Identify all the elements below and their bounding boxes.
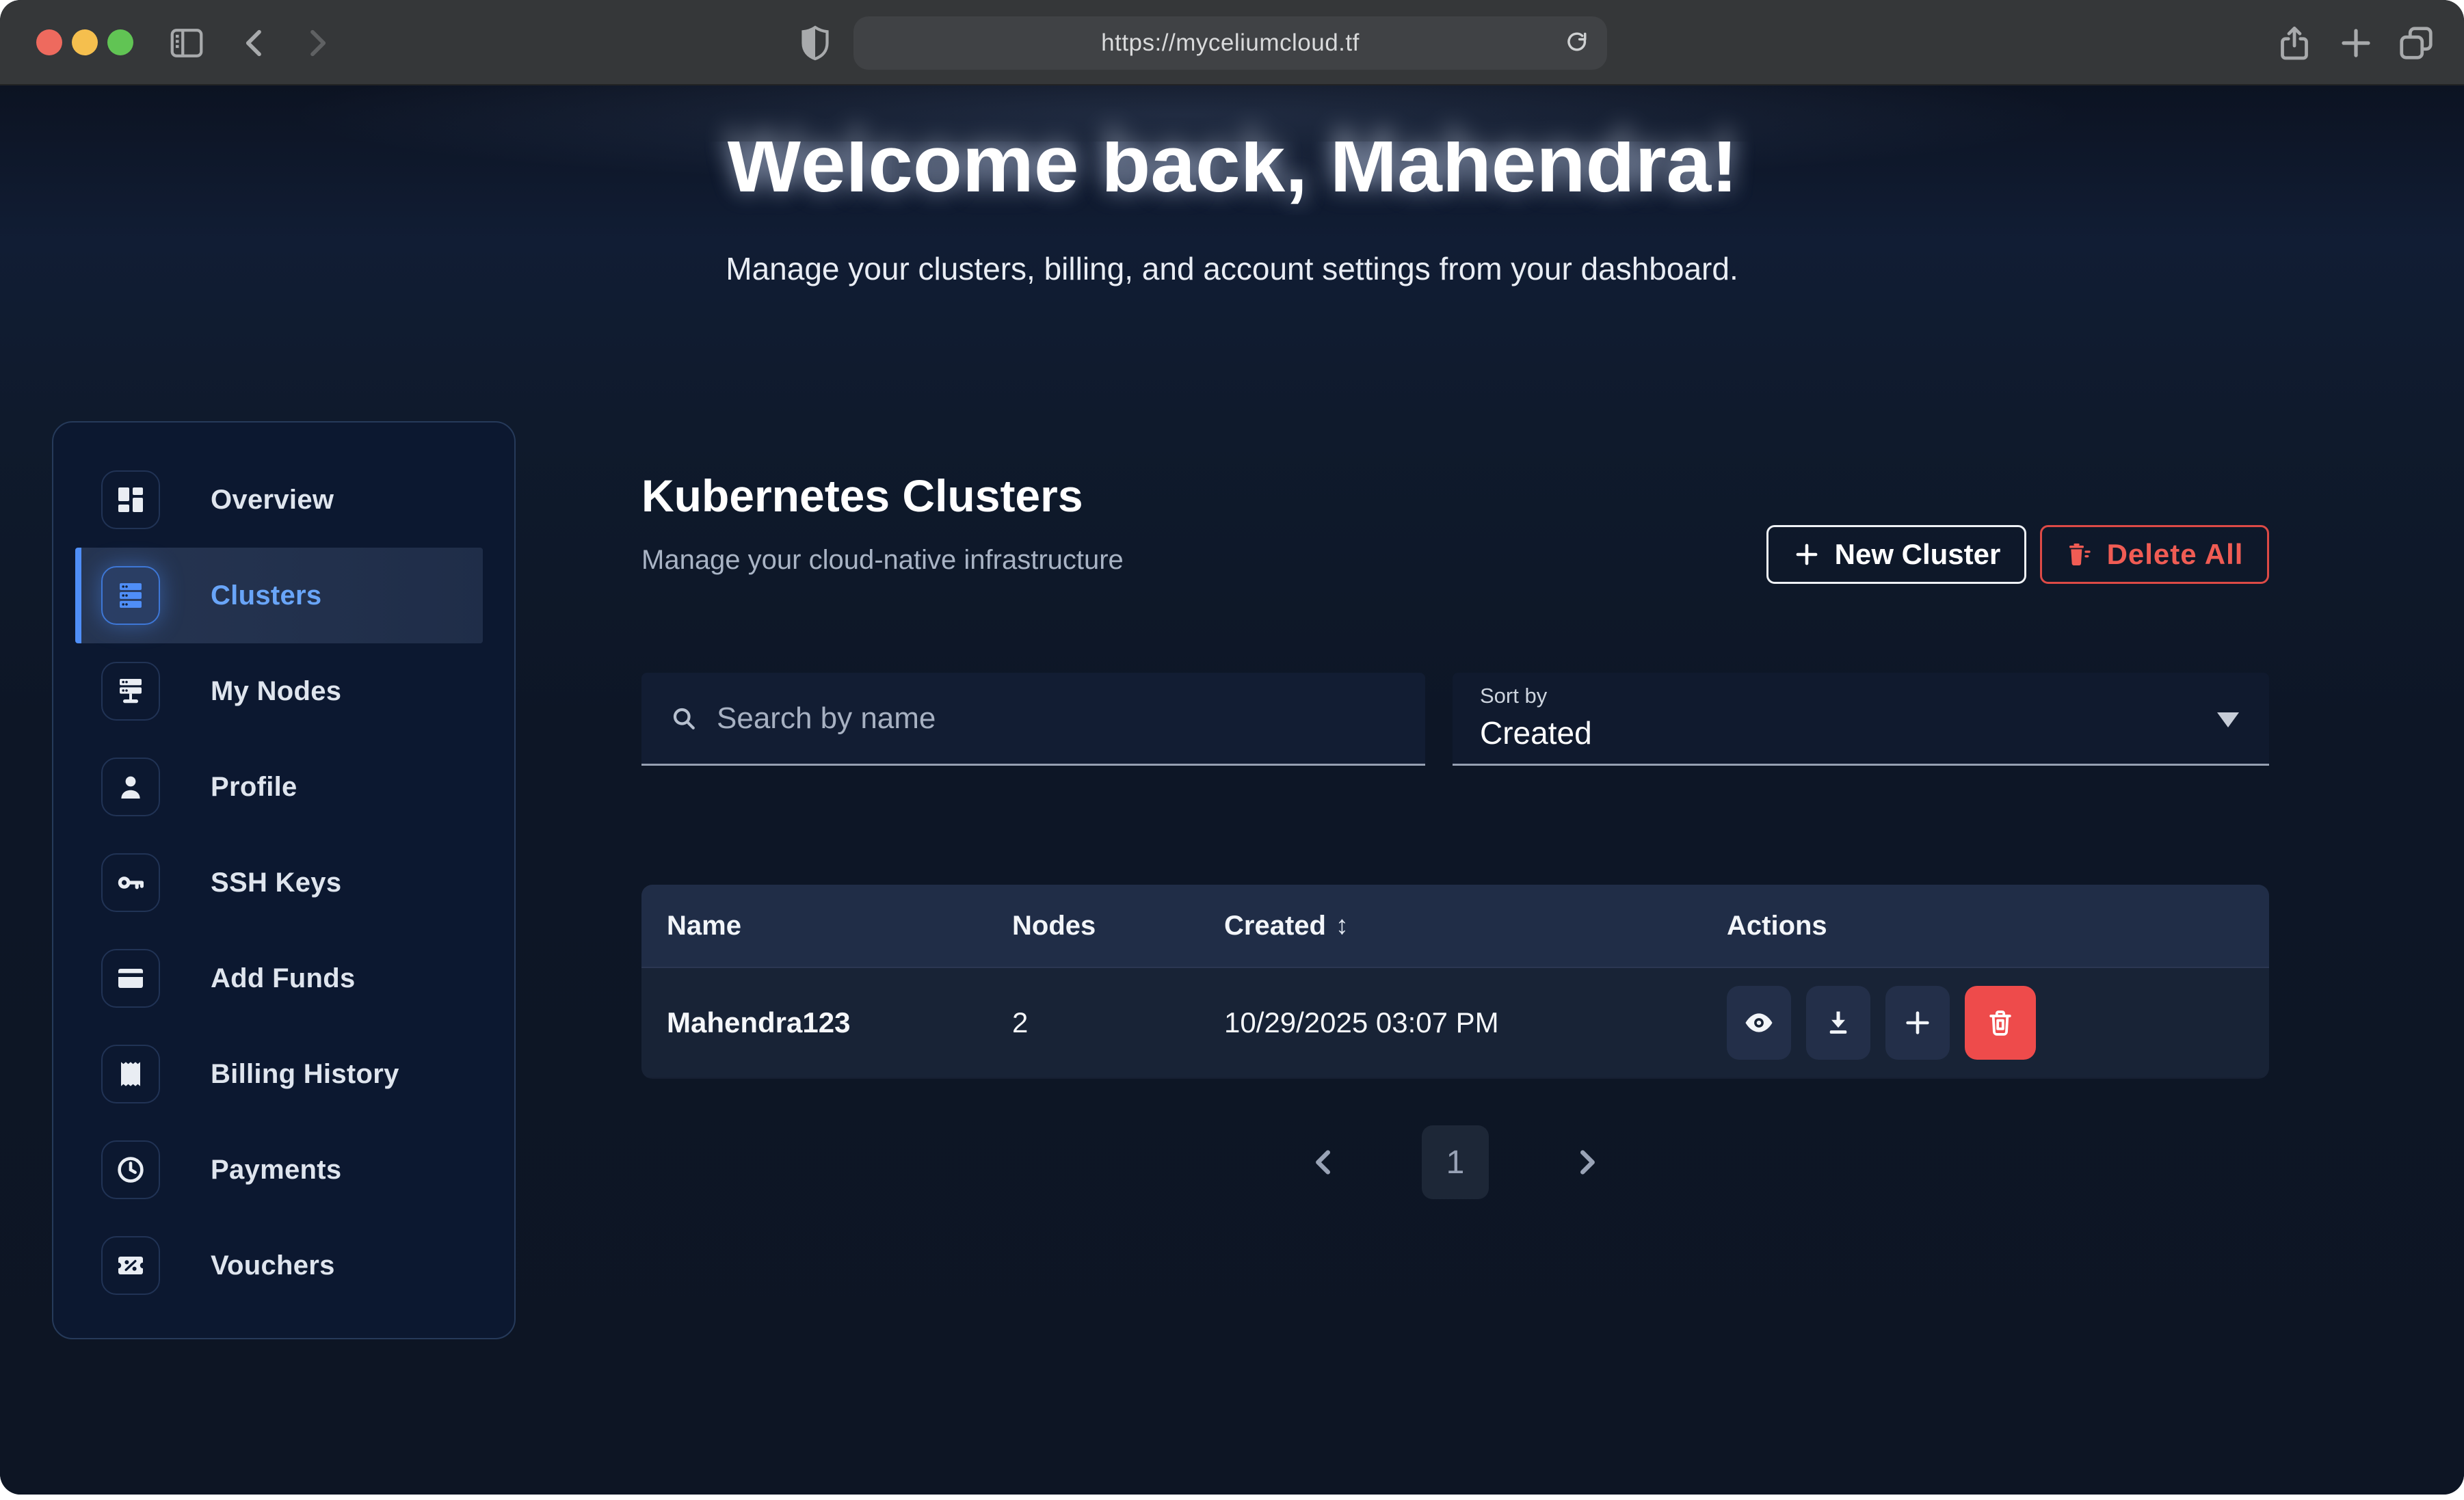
receipt-icon bbox=[101, 1045, 160, 1103]
clock-icon bbox=[101, 1140, 160, 1199]
share-icon[interactable] bbox=[2274, 23, 2315, 64]
page-content: Welcome back, Mahendra! Welcome back, Ma… bbox=[0, 85, 2464, 1495]
sidebar-item-label: My Nodes bbox=[211, 676, 341, 707]
trash-lines-icon bbox=[2066, 541, 2093, 568]
delete-all-label: Delete All bbox=[2107, 538, 2244, 571]
sidebar-item-add-funds[interactable]: Add Funds bbox=[75, 930, 483, 1026]
sidebar-nav: Overview Clusters bbox=[52, 421, 516, 1339]
new-cluster-button[interactable]: New Cluster bbox=[1766, 525, 2026, 584]
sort-updown-icon[interactable]: ↕ bbox=[1336, 911, 1349, 941]
url-text: https://myceliumcloud.tf bbox=[1101, 29, 1360, 57]
reload-icon[interactable] bbox=[1562, 28, 1592, 58]
column-header-created[interactable]: Created ↕ bbox=[1224, 911, 1727, 941]
row-actions bbox=[1727, 986, 2269, 1060]
download-icon bbox=[1823, 1007, 1854, 1039]
pagination: 1 bbox=[641, 1125, 2269, 1199]
chevron-left-icon bbox=[1308, 1147, 1340, 1178]
chevron-right-icon bbox=[1571, 1147, 1602, 1178]
column-header-actions: Actions bbox=[1727, 911, 2269, 941]
forward-icon[interactable] bbox=[295, 23, 336, 64]
minimize-window-button[interactable] bbox=[72, 29, 98, 55]
view-cluster-button[interactable] bbox=[1727, 986, 1791, 1060]
table-header-row: Name Nodes Created ↕ Actions bbox=[641, 885, 2269, 968]
sidebar-item-my-nodes[interactable]: My Nodes bbox=[75, 643, 483, 739]
sidebar-item-overview[interactable]: Overview bbox=[75, 452, 483, 548]
key-icon bbox=[101, 853, 160, 912]
sort-dropdown[interactable]: Sort by Created bbox=[1453, 673, 2269, 766]
sidebar-item-ssh-keys[interactable]: SSH Keys bbox=[75, 835, 483, 930]
sidebar-item-label: Vouchers bbox=[211, 1250, 335, 1281]
search-field[interactable] bbox=[641, 673, 1425, 766]
search-icon bbox=[669, 704, 699, 734]
sort-selected-value: Created bbox=[1480, 714, 1592, 751]
nodes-icon bbox=[101, 662, 160, 721]
sidebar-item-payments[interactable]: Payments bbox=[75, 1122, 483, 1218]
credit-card-icon bbox=[101, 949, 160, 1008]
search-input[interactable] bbox=[717, 701, 1425, 736]
sidebar-item-label: Clusters bbox=[211, 580, 321, 611]
sidebar-toggle-icon[interactable] bbox=[166, 23, 207, 64]
section-title: Kubernetes Clusters bbox=[641, 470, 1083, 522]
sidebar-item-billing-history[interactable]: Billing History bbox=[75, 1026, 483, 1122]
privacy-shield-icon[interactable] bbox=[795, 23, 836, 64]
browser-toolbar: https://myceliumcloud.tf bbox=[0, 0, 2464, 85]
tab-overview-icon[interactable] bbox=[2396, 23, 2437, 64]
eye-icon bbox=[1743, 1007, 1775, 1039]
clusters-table: Name Nodes Created ↕ Actions Mahendra123… bbox=[641, 885, 2269, 1079]
cluster-nodes-cell: 2 bbox=[1012, 1006, 1224, 1039]
sidebar-item-label: Billing History bbox=[211, 1059, 399, 1090]
close-window-button[interactable] bbox=[36, 29, 62, 55]
delete-cluster-button[interactable] bbox=[1965, 986, 2036, 1060]
sidebar-item-label: Profile bbox=[211, 772, 297, 803]
section-subtitle: Manage your cloud-native infrastructure bbox=[641, 545, 1124, 576]
page-number-button[interactable]: 1 bbox=[1422, 1125, 1489, 1199]
column-header-nodes: Nodes bbox=[1012, 911, 1224, 941]
sidebar-item-label: Add Funds bbox=[211, 963, 356, 994]
sidebar-item-label: Overview bbox=[211, 485, 334, 515]
table-row: Mahendra123 2 10/29/2025 03:07 PM bbox=[641, 968, 2269, 1077]
chevron-down-icon bbox=[2217, 712, 2239, 727]
main-content: Kubernetes Clusters Manage your cloud-na… bbox=[641, 85, 2269, 1495]
trash-icon bbox=[1985, 1007, 2016, 1039]
sidebar-item-label: SSH Keys bbox=[211, 868, 341, 898]
cluster-name-cell: Mahendra123 bbox=[667, 1006, 1012, 1039]
add-node-button[interactable] bbox=[1885, 986, 1950, 1060]
new-cluster-label: New Cluster bbox=[1835, 538, 2001, 571]
column-header-name: Name bbox=[667, 911, 1012, 941]
back-icon[interactable] bbox=[235, 23, 276, 64]
plus-icon bbox=[1902, 1007, 1933, 1039]
address-bar[interactable]: https://myceliumcloud.tf bbox=[853, 16, 1607, 70]
browser-window: https://myceliumcloud.tf bbox=[0, 0, 2464, 1495]
delete-all-button[interactable]: Delete All bbox=[2040, 525, 2269, 584]
download-kubeconfig-button[interactable] bbox=[1806, 986, 1870, 1060]
zoom-window-button[interactable] bbox=[107, 29, 133, 55]
sidebar-item-clusters[interactable]: Clusters bbox=[75, 548, 483, 643]
sidebar-item-profile[interactable]: Profile bbox=[75, 739, 483, 835]
ticket-icon bbox=[101, 1236, 160, 1295]
user-icon bbox=[101, 758, 160, 816]
dashboard-icon bbox=[101, 470, 160, 529]
servers-icon bbox=[101, 566, 160, 625]
next-page-button[interactable] bbox=[1571, 1147, 1602, 1178]
sidebar-item-vouchers[interactable]: Vouchers bbox=[75, 1218, 483, 1313]
cluster-created-cell: 10/29/2025 03:07 PM bbox=[1224, 1006, 1727, 1039]
sort-label: Sort by bbox=[1480, 684, 1547, 708]
sidebar-item-label: Payments bbox=[211, 1155, 341, 1186]
previous-page-button[interactable] bbox=[1308, 1147, 1340, 1178]
new-tab-icon[interactable] bbox=[2335, 23, 2376, 64]
plus-icon bbox=[1792, 540, 1821, 569]
